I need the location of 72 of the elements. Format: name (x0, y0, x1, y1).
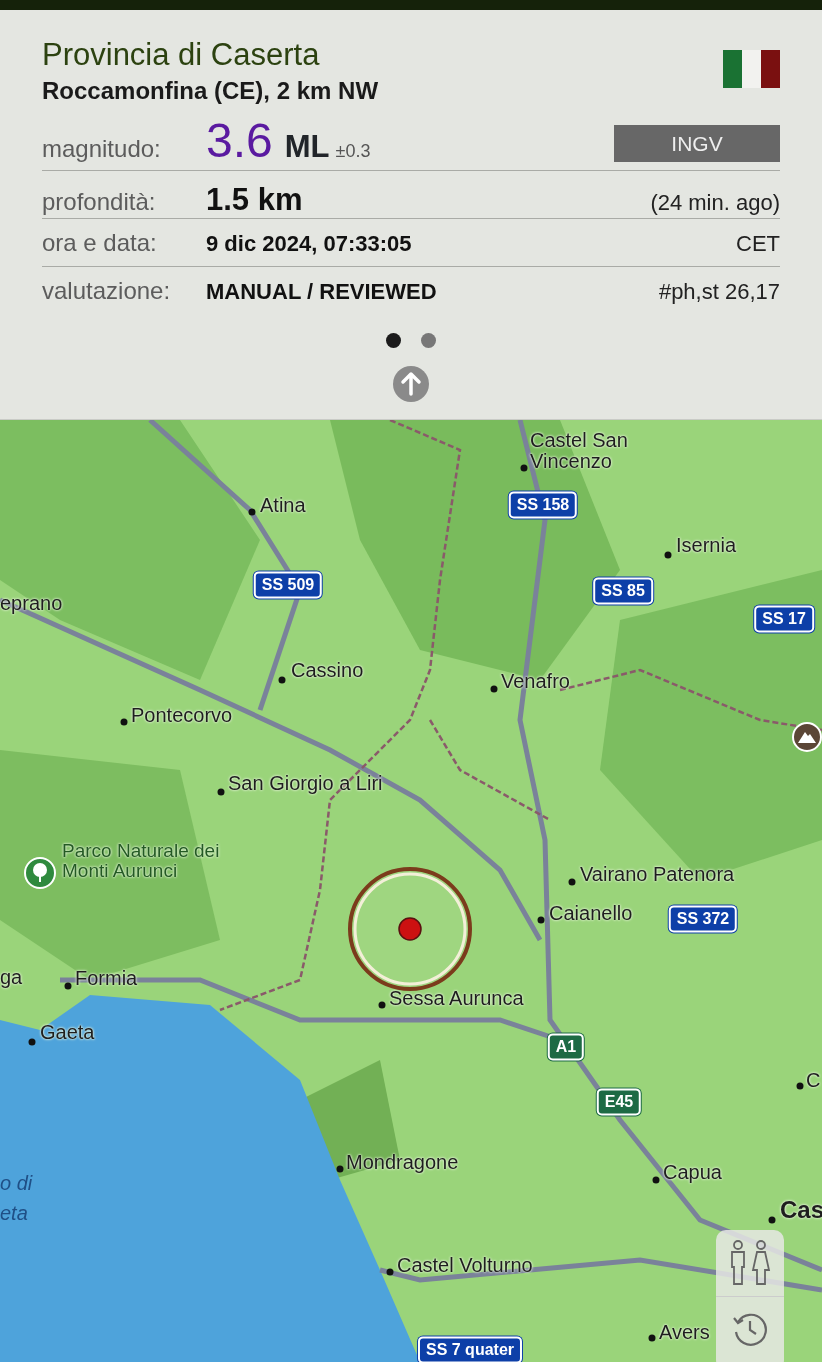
field-note: #ph,st 26,17 (658, 278, 780, 307)
place-label: ga (0, 966, 23, 988)
map[interactable] (0, 420, 822, 1362)
field-label: profondità: (42, 187, 157, 218)
place-label: Isernia (676, 534, 737, 556)
place-label: Atina (260, 494, 306, 516)
scroll-up-button[interactable] (393, 366, 429, 403)
place-label: Castel Volturno (397, 1254, 533, 1276)
place-label: San Giorgio a Liri (228, 772, 383, 794)
sea-label: o di eta (0, 1171, 34, 1226)
flag-icon (723, 50, 780, 88)
place-label: Avers (659, 1321, 710, 1343)
road-shield: SS 372 (668, 905, 738, 933)
field-value: 1.5 km (206, 181, 303, 220)
town-dot-icon (248, 508, 256, 516)
town-dot-icon (648, 1334, 656, 1342)
field-value: 9 dic 2024, 07:33:05 (206, 230, 412, 259)
history-icon (731, 1311, 769, 1349)
town-dot-icon (652, 1176, 660, 1184)
page-dot[interactable] (421, 333, 436, 349)
place-label: Vairano Patenora (580, 863, 735, 885)
place-label: Formia (75, 967, 138, 989)
epicenter-marker-icon (347, 866, 473, 992)
place-label: Parco Naturale dei Monti Aurunci (62, 841, 221, 881)
town-dot-icon (378, 1001, 386, 1009)
town-dot-icon (64, 982, 72, 990)
field-label: magnitudo: (42, 134, 162, 165)
road-shield: SS 7 quater (418, 1336, 522, 1362)
town-dot-icon (28, 1038, 36, 1046)
town-dot-icon (664, 551, 672, 559)
town-dot-icon (568, 878, 576, 886)
place-label: Sessa Aurunca (389, 987, 524, 1009)
town-dot-icon (278, 676, 286, 684)
road-shield: SS 85 (593, 577, 653, 605)
place-label: Caianello (549, 902, 633, 924)
field-label: valutazione: (42, 276, 172, 307)
page-dot[interactable] (386, 333, 401, 349)
road-shield: A1 (547, 1033, 585, 1061)
region-title: Provincia di Caserta (42, 36, 321, 74)
town-dot-icon (336, 1165, 344, 1173)
town-dot-icon (537, 916, 545, 924)
road-shield: SS 17 (754, 605, 814, 633)
place-label: Pontecorvo (131, 704, 233, 726)
place-label: C (806, 1069, 821, 1091)
road-shield: SS 509 (253, 571, 323, 599)
town-dot-icon (796, 1082, 804, 1090)
town-dot-icon (120, 718, 128, 726)
locality-text: Roccamonfina (CE), 2 km NW (42, 76, 379, 107)
place-label: Mondragone (346, 1151, 459, 1173)
place-label: Capua (663, 1161, 722, 1183)
place-label: Castel San Vincenzo (530, 430, 629, 472)
place-label: Gaeta (40, 1021, 95, 1043)
place-label: eprano (0, 592, 63, 614)
mountain-icon[interactable] (792, 722, 822, 752)
road-shield: SS 158 (508, 491, 578, 519)
field-value: MANUAL / REVIEWED (206, 278, 437, 307)
road-shield: E45 (596, 1088, 642, 1116)
place-label: Venafro (501, 670, 570, 692)
uncertainty-text: ±0.3 (335, 140, 371, 164)
magnitude-unit: ML (284, 128, 330, 167)
tree-icon[interactable] (24, 857, 56, 889)
field-note: CET (736, 230, 780, 259)
town-dot-icon (520, 464, 528, 472)
agency-badge: INGV (614, 124, 780, 163)
place-label: Cassino (291, 659, 364, 681)
town-dot-icon (217, 788, 225, 796)
field-label: ora e data: (42, 228, 158, 259)
town-dot-icon (768, 1216, 776, 1224)
town-dot-icon (490, 685, 498, 693)
magnitude-value: 3.6 (206, 117, 273, 166)
town-dot-icon (386, 1268, 394, 1276)
field-note: (24 min. ago) (650, 189, 780, 218)
